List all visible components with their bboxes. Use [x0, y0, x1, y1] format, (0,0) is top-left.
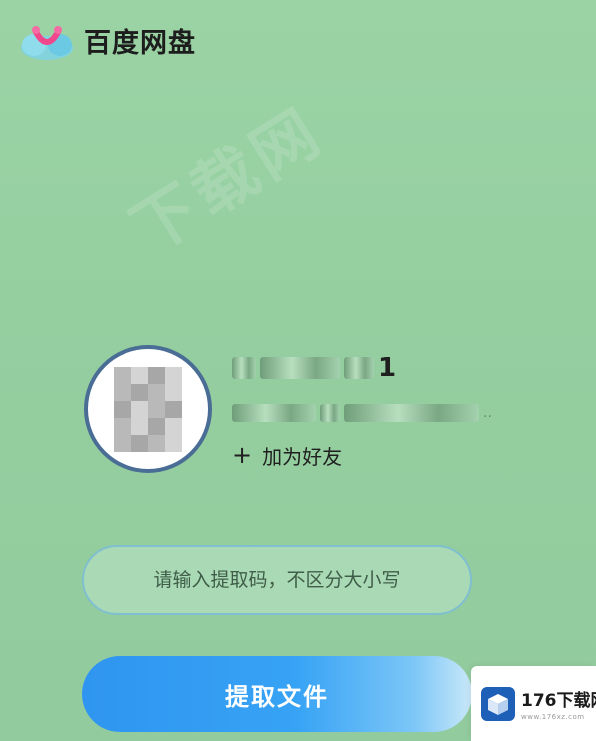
header: 百度网盘	[18, 18, 196, 62]
app-title: 百度网盘	[84, 27, 196, 59]
add-friend-label: 加为好友	[262, 444, 343, 469]
share-page: 百度网盘 下载网 1 .. + 加为好友 提取文件	[0, 0, 596, 741]
extract-file-label: 提取文件	[225, 682, 329, 711]
username-redacted	[232, 357, 256, 379]
username-visible-suffix: 1	[378, 353, 397, 383]
username-redacted	[344, 357, 374, 379]
baidu-netdisk-logo-icon	[18, 18, 76, 62]
description-redacted	[232, 404, 316, 422]
add-friend-button[interactable]: + 加为好友	[232, 440, 342, 470]
avatar-blurred-image	[114, 366, 182, 452]
box-logo-icon	[481, 686, 515, 721]
extract-code-field[interactable]	[82, 545, 472, 615]
description-redacted	[344, 404, 479, 422]
avatar[interactable]	[84, 345, 212, 473]
plus-icon: +	[232, 441, 253, 469]
username-redacted	[260, 357, 340, 379]
site-watermark-badge: 176下载网 www.176xz.com	[471, 666, 596, 741]
badge-name: 176下载网	[521, 691, 596, 711]
user-description-redacted: ..	[232, 398, 492, 428]
extract-code-input[interactable]	[105, 568, 449, 592]
badge-text: 176下载网 www.176xz.com	[521, 686, 596, 721]
extract-file-button[interactable]: 提取文件	[82, 656, 472, 732]
avatar-image	[88, 349, 208, 469]
badge-url: www.176xz.com	[521, 713, 585, 721]
username: 1	[232, 350, 396, 386]
description-redacted	[320, 404, 340, 422]
description-ellipsis: ..	[483, 405, 492, 421]
watermark: 下载网	[119, 94, 337, 269]
